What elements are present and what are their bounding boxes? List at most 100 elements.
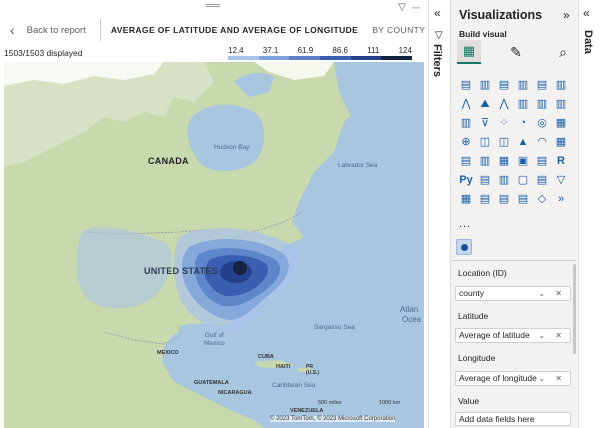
pane-scrollbar[interactable] bbox=[573, 264, 576, 354]
visual-type-icon[interactable]: ▦ bbox=[459, 192, 473, 206]
visual-type-icon[interactable]: ▥ bbox=[554, 97, 568, 111]
drag-handle[interactable] bbox=[206, 4, 220, 7]
visual-type-icon[interactable]: ▦ bbox=[554, 135, 568, 149]
visual-type-icon[interactable]: ◔ bbox=[516, 116, 530, 130]
chevron-left-icon: ‹ bbox=[10, 22, 15, 38]
field-controls[interactable]: ⌄ ✕ bbox=[538, 329, 566, 342]
visualizations-pane: Visualizations » Build visual ▦ ✎ ⌕ ▤ ▥ ▤ ▥… bbox=[450, 0, 578, 428]
back-to-report-button[interactable]: ‹ Back to report bbox=[0, 18, 86, 42]
visual-type-icon[interactable]: ⁘ bbox=[497, 116, 511, 130]
collapse-visualizations-icon[interactable]: » bbox=[563, 8, 570, 22]
format-visual-tab[interactable]: ✎ bbox=[504, 40, 528, 64]
field-controls[interactable]: ⌄ ✕ bbox=[538, 287, 566, 300]
expand-filters-icon[interactable]: « bbox=[434, 6, 441, 20]
more-visuals-ellipsis[interactable]: ... bbox=[459, 218, 471, 230]
visual-type-icon[interactable]: ▤ bbox=[535, 173, 549, 187]
legend-label: 111 bbox=[367, 46, 380, 55]
back-to-report-label: Back to report bbox=[26, 24, 86, 36]
visual-type-icon[interactable]: ▥ bbox=[554, 78, 568, 92]
visual-type-icon[interactable]: » bbox=[554, 192, 568, 206]
latitude-field[interactable]: Average of latitude ⌄ ✕ bbox=[455, 328, 571, 343]
legend-color-step bbox=[289, 56, 321, 60]
visual-type-icon[interactable]: ▥ bbox=[516, 78, 530, 92]
visual-type-icon[interactable]: ▤ bbox=[497, 192, 511, 206]
build-visual-icon: ▦ bbox=[462, 43, 476, 58]
value-field-dropzone[interactable]: Add data fields here bbox=[455, 412, 571, 426]
visual-type-icon[interactable]: ▤ bbox=[516, 192, 530, 206]
label-gulf-of-mexico: Gulf of Mexico bbox=[204, 332, 225, 347]
map-base bbox=[4, 62, 424, 428]
visual-type-icon[interactable]: ▣ bbox=[516, 154, 530, 168]
visual-type-icon[interactable]: ▤ bbox=[478, 192, 492, 206]
analytics-tab[interactable]: ⌕ bbox=[551, 40, 575, 64]
legend-label: 12.4 bbox=[228, 46, 244, 55]
visual-type-icon[interactable]: ▦ bbox=[497, 154, 511, 168]
visual-title: AVERAGE OF LATITUDE AND AVERAGE OF LONGI… bbox=[110, 25, 359, 35]
filter-icon[interactable]: ▽ bbox=[398, 2, 406, 13]
visual-type-icon[interactable]: ⛰ bbox=[478, 97, 492, 111]
pane-mode-tabs: ▦ ✎ ⌕ bbox=[457, 40, 575, 68]
scale-miles: 500 miles bbox=[318, 400, 342, 406]
longitude-field-value: Average of longitude bbox=[459, 373, 537, 383]
visual-type-icon[interactable]: ▥ bbox=[535, 97, 549, 111]
label-canada: CANADA bbox=[148, 156, 189, 166]
label-sargasso-sea: Sargasso Sea bbox=[314, 324, 355, 331]
visual-type-icon[interactable]: ⋀ bbox=[497, 97, 511, 111]
location-well-label: Location (ID) bbox=[458, 268, 507, 278]
label-atlantic: Atlan bbox=[400, 305, 419, 314]
expand-data-icon[interactable]: « bbox=[583, 6, 590, 20]
visual-type-icon[interactable]: ▤ bbox=[478, 173, 492, 187]
wells-divider bbox=[452, 260, 576, 261]
visual-type-icon[interactable]: ▥ bbox=[478, 78, 492, 92]
visual-type-icon[interactable]: ⊕ bbox=[459, 135, 473, 149]
legend-color-step bbox=[350, 56, 382, 60]
data-pane-collapsed[interactable]: « Data bbox=[578, 0, 600, 428]
legend-color-step bbox=[258, 56, 290, 60]
legend-gradient-bar bbox=[228, 56, 413, 60]
color-legend: 12.4 37.1 61.9 86.6 111 124 bbox=[228, 46, 413, 60]
visual-type-icon[interactable]: ▥ bbox=[497, 173, 511, 187]
visual-type-icon[interactable]: ◠ bbox=[535, 135, 549, 149]
legend-color-step bbox=[320, 56, 351, 60]
location-field[interactable]: county ⌄ ✕ bbox=[455, 286, 571, 301]
label-haiti: HAITI bbox=[276, 364, 291, 370]
visual-type-icon[interactable]: ▦ bbox=[554, 116, 568, 130]
visual-type-icon[interactable]: ◇ bbox=[535, 192, 549, 206]
visual-type-icon[interactable]: ▤ bbox=[535, 154, 549, 168]
more-options-icon[interactable]: ··· bbox=[411, 0, 421, 14]
visual-type-icon[interactable]: ▥ bbox=[459, 116, 473, 130]
visual-type-icon[interactable]: ⋀ bbox=[459, 97, 473, 111]
visual-type-icon[interactable]: ▤ bbox=[535, 78, 549, 92]
filters-label: Filters bbox=[431, 44, 443, 78]
build-visual-tab[interactable]: ▦ bbox=[457, 40, 481, 64]
field-controls[interactable]: ⌄ ✕ bbox=[538, 372, 566, 385]
label-nicaragua: NICARAGUA bbox=[218, 390, 252, 396]
build-visual-label: Build visual bbox=[459, 29, 507, 39]
visual-type-icon[interactable]: Py bbox=[459, 173, 473, 187]
visual-type-icon[interactable]: ◫ bbox=[478, 135, 492, 149]
displayed-count: 1503/1503 displayed bbox=[4, 48, 83, 58]
label-caribbean-sea: Caribbean Sea bbox=[272, 382, 316, 389]
visual-type-icon[interactable]: ◫ bbox=[497, 135, 511, 149]
selected-map-visual-icon[interactable] bbox=[456, 239, 472, 255]
visual-type-icon[interactable]: ▥ bbox=[516, 97, 530, 111]
visual-type-icon[interactable]: ◎ bbox=[535, 116, 549, 130]
visual-type-icon[interactable]: ⊽ bbox=[478, 116, 492, 130]
visual-type-icon[interactable]: ▢ bbox=[516, 173, 530, 187]
filters-pane-collapsed[interactable]: « ▽ Filters bbox=[428, 0, 450, 428]
map-visual[interactable]: CANADA UNITED STATES MEXICO Hudson Bay L… bbox=[4, 62, 424, 428]
visual-type-icon[interactable]: ▥ bbox=[478, 154, 492, 168]
visual-type-icon[interactable]: ▤ bbox=[459, 154, 473, 168]
map-scale: 500 miles 1000 km bbox=[318, 400, 400, 406]
label-united-states: UNITED STATES bbox=[144, 266, 219, 276]
legend-label: 124 bbox=[398, 46, 412, 55]
visual-type-icon[interactable]: ▲ bbox=[516, 135, 530, 149]
visual-type-icon[interactable]: ▤ bbox=[497, 78, 511, 92]
visual-type-icon[interactable]: ▽ bbox=[554, 173, 568, 187]
location-field-value: county bbox=[459, 288, 485, 298]
value-well-label: Value bbox=[458, 396, 480, 406]
longitude-field[interactable]: Average of longitude ⌄ ✕ bbox=[455, 371, 571, 386]
label-puerto-rico: PR (U.S.) bbox=[306, 364, 320, 376]
visual-type-icon[interactable]: R bbox=[554, 154, 568, 168]
visual-type-icon[interactable]: ▤ bbox=[459, 78, 473, 92]
